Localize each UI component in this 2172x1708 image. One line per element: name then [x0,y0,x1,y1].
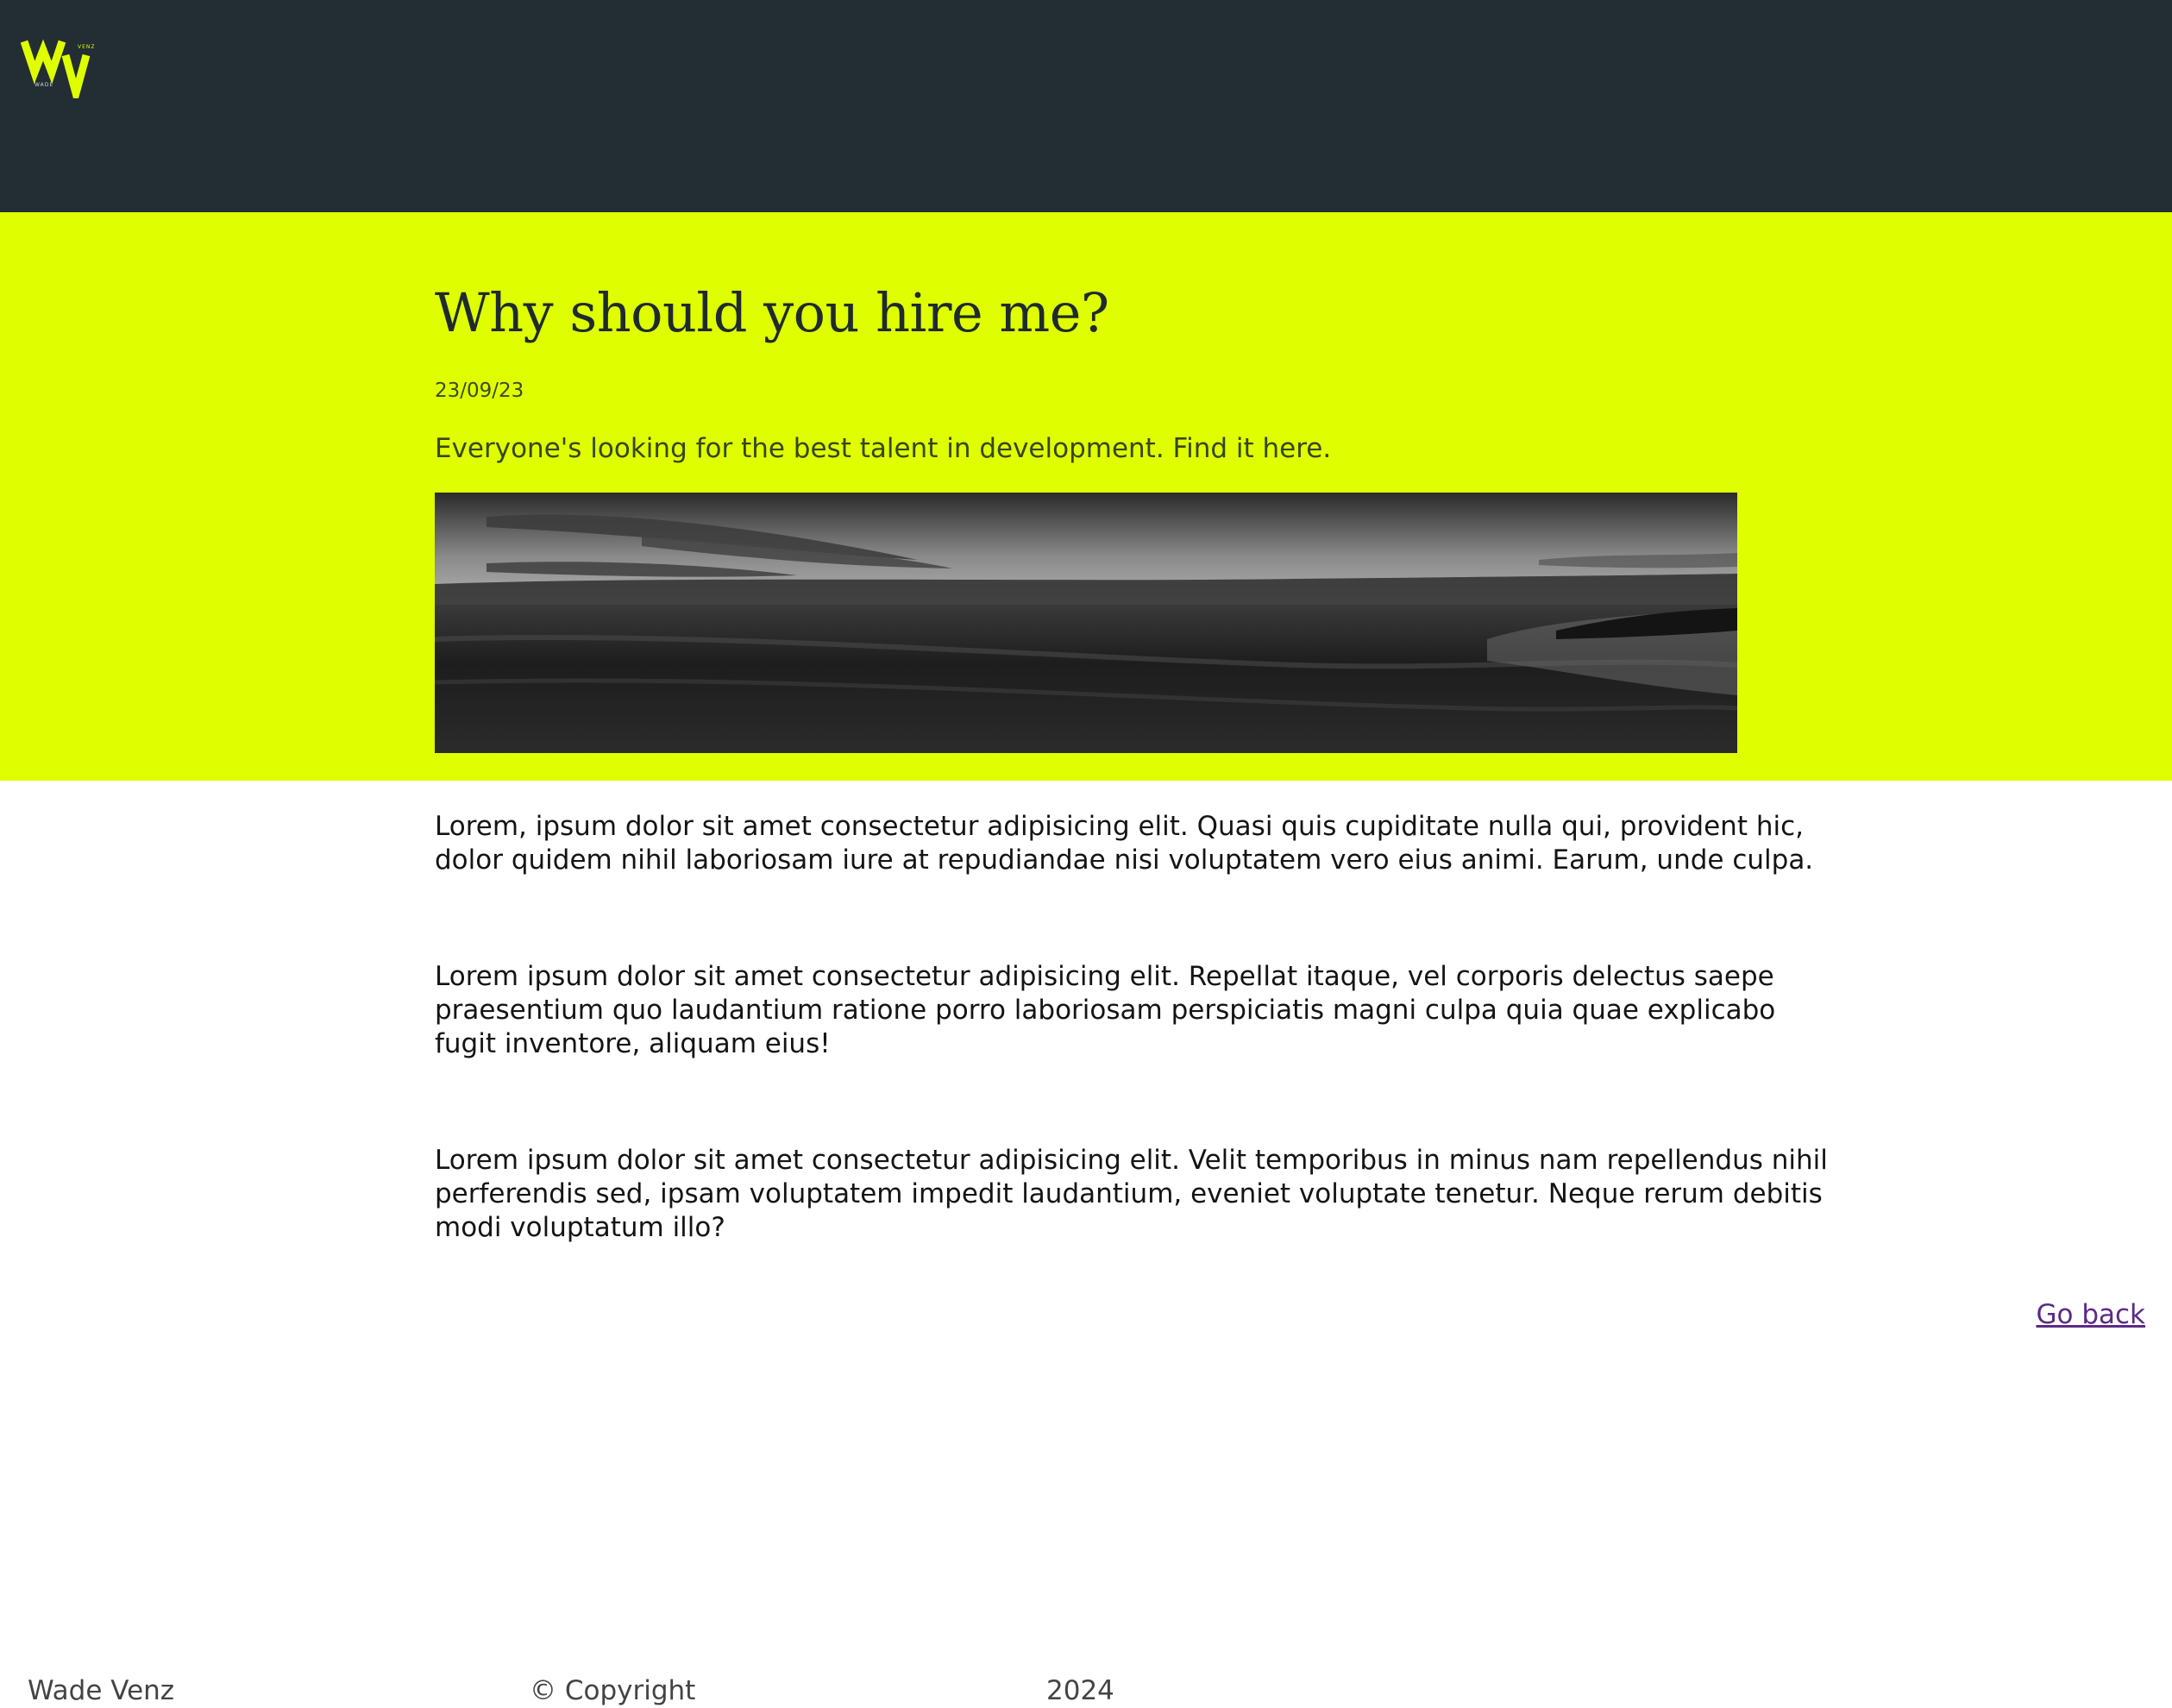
home-logo-link[interactable]: VENZ WADE [20,33,107,109]
post-subtitle: Everyone's looking for the best talent i… [435,433,1332,464]
footer-name: Wade Venz [28,1675,175,1706]
footer-copyright: © Copyright [530,1675,696,1706]
article-paragraph: Lorem ipsum dolor sit amet consectetur a… [435,961,1776,1059]
logo-wade-text: WADE [35,82,53,88]
footer-year: 2024 [1046,1675,1114,1706]
hero-image [435,493,1737,753]
logo-venz-text: VENZ [78,44,96,50]
article-paragraph: Lorem, ipsum dolor sit amet consectetur … [435,811,1814,876]
article-paragraph: Lorem ipsum dolor sit amet consectetur a… [435,1145,1828,1243]
page-title: Why should you hire me? [435,281,1109,344]
site-header: VENZ WADE [0,0,2172,212]
wv-logo-icon: VENZ WADE [20,39,96,109]
go-back-link[interactable]: Go back [2036,1299,2145,1330]
post-date: 23/09/23 [435,380,524,402]
